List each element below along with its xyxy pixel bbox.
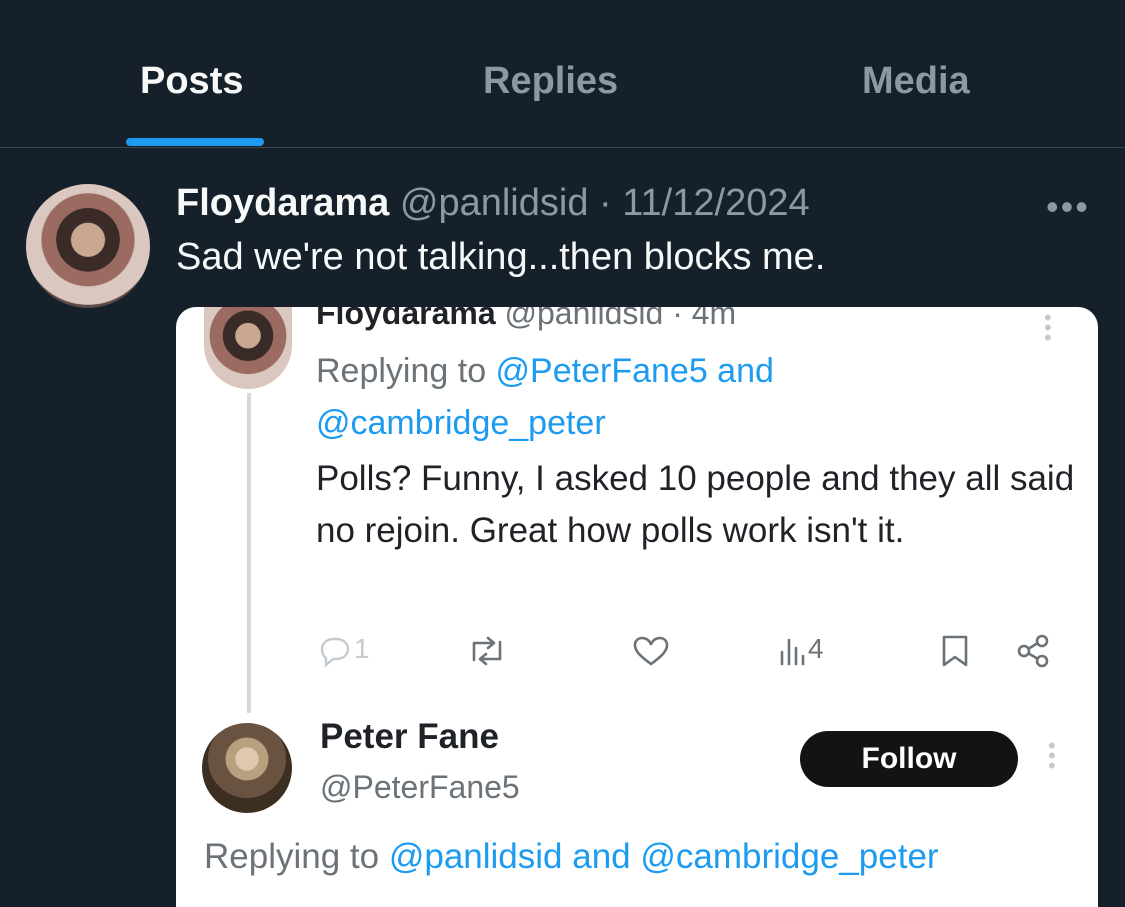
profile-tabs: Posts Replies Media bbox=[0, 0, 1125, 148]
repost-icon bbox=[472, 636, 502, 665]
like-action bbox=[632, 633, 670, 668]
author-name[interactable]: Floydarama bbox=[176, 182, 389, 224]
share-action bbox=[1014, 633, 1052, 669]
views-icon bbox=[780, 638, 805, 665]
bookmark-action bbox=[938, 633, 972, 669]
embedded-post1-time: 4m bbox=[691, 307, 737, 331]
reply-icon bbox=[320, 637, 350, 668]
tab-media[interactable]: Media bbox=[862, 60, 970, 103]
embedded-post1-handle: @panlidsid bbox=[504, 307, 664, 331]
tab-posts[interactable]: Posts bbox=[140, 60, 243, 103]
avatar[interactable] bbox=[26, 184, 150, 308]
embedded-post1-name: Floydarama bbox=[316, 307, 496, 331]
profile-page: Posts Replies Media Floydarama @panlidsi… bbox=[0, 0, 1125, 907]
reply-action: 1 bbox=[316, 633, 370, 668]
embedded-screenshot[interactable]: Floydarama @panlidsid · 4m • • • Replying … bbox=[176, 307, 1098, 907]
replying-user-link: @PeterFane5 bbox=[495, 352, 708, 390]
replying-and: and bbox=[707, 352, 774, 390]
embedded-post1-header: Floydarama @panlidsid · 4m bbox=[316, 307, 736, 332]
handle-text[interactable]: @panlidsid bbox=[400, 182, 589, 224]
tweet-text: Sad we're not talking...then blocks me. bbox=[176, 236, 826, 278]
more-vertical-icon: • • • bbox=[1044, 307, 1052, 350]
reply-count: 1 bbox=[354, 633, 370, 664]
replying-user-link: @cambridge_peter bbox=[316, 404, 606, 442]
replying-user-link: @cambridge_peter bbox=[640, 837, 939, 876]
views-action: 4 bbox=[778, 633, 824, 668]
embedded-post1-replying: Replying to @PeterFane5 and @cambridge_p… bbox=[316, 345, 1076, 449]
replying-prefix: Replying to bbox=[316, 352, 496, 390]
follow-button: Follow bbox=[800, 731, 1018, 787]
separator: · bbox=[672, 307, 683, 331]
embedded-post1-text: Polls? Funny, I asked 10 people and they… bbox=[316, 459, 1075, 550]
embedded-post1-actions: 1 4 bbox=[316, 633, 1056, 673]
replying-user-link: @panlidsid bbox=[388, 837, 563, 876]
views-count: 4 bbox=[808, 633, 824, 664]
embedded-post1-meta: @panlidsid · 4m bbox=[505, 307, 737, 331]
share-icon bbox=[1017, 634, 1049, 668]
embedded-post2-replying: Replying to @panlidsid and @cambridge_pe… bbox=[204, 837, 939, 877]
embedded-avatar-peter-fane bbox=[202, 723, 292, 813]
separator: · bbox=[599, 182, 612, 224]
active-tab-indicator bbox=[126, 138, 264, 146]
more-horizontal-icon[interactable]: ••• bbox=[1046, 186, 1090, 228]
embedded-post2-handle: @PeterFane5 bbox=[320, 769, 520, 805]
tweet-date[interactable]: 11/12/2024 bbox=[622, 182, 809, 224]
repost-action bbox=[466, 633, 508, 668]
thread-line bbox=[247, 393, 251, 713]
embedded-post2-name: Peter Fane bbox=[320, 717, 499, 756]
embedded-avatar-floydarama bbox=[204, 307, 292, 389]
author-handle: @panlidsid · 11/12/2024 bbox=[400, 182, 810, 224]
tweet-header: Floydarama @panlidsid · 11/12/2024 bbox=[176, 182, 810, 225]
replying-prefix: Replying to bbox=[204, 837, 389, 876]
heart-icon bbox=[633, 636, 669, 665]
replying-and: and bbox=[562, 837, 641, 876]
bookmark-icon bbox=[942, 635, 968, 667]
tab-replies[interactable]: Replies bbox=[483, 60, 618, 103]
more-vertical-icon: • • • bbox=[1048, 733, 1056, 778]
